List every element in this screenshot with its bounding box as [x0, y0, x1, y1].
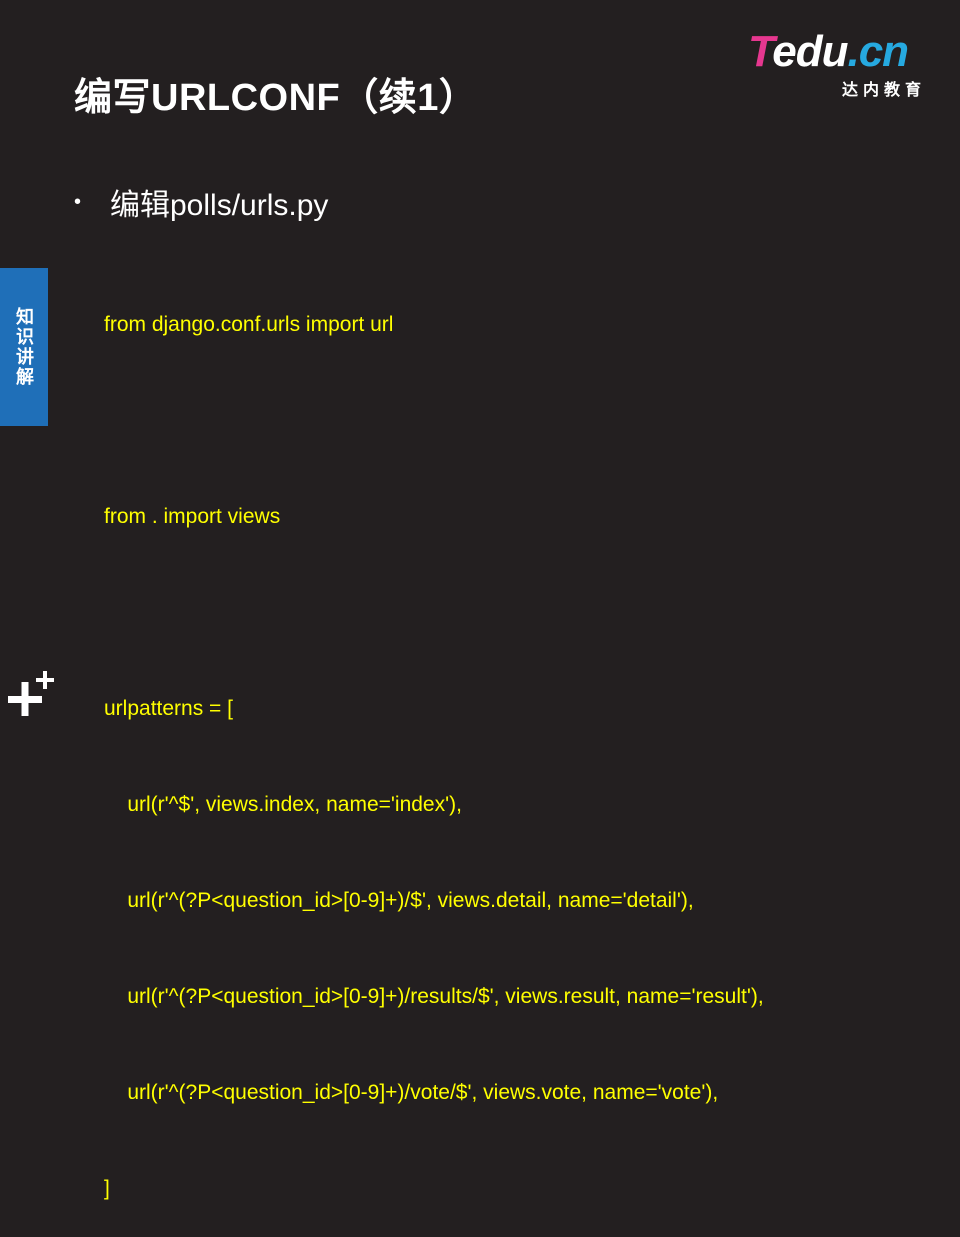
bullet-item: • 编辑polls/urls.py [74, 180, 328, 224]
side-tab-knowledge: 知识讲解 [0, 268, 48, 426]
side-tab-label: 知识讲解 [14, 307, 34, 387]
bullet-dot-icon: • [74, 190, 82, 213]
logo-brand: Tedu.cn [748, 27, 909, 76]
tedu-logo: Tedu.cn 达内教育 [748, 28, 930, 100]
logo-subtitle: 达内教育 [841, 82, 926, 99]
code-line: urlpatterns = [ [104, 697, 233, 720]
code-line: ] [104, 1177, 110, 1200]
logo-brand-t: T [748, 27, 773, 76]
bullet-text: 编辑polls/urls.py [110, 189, 329, 222]
code-line: url(r'^$', views.index, name='index'), [104, 793, 462, 816]
code-block: from django.conf.urls import url from . … [104, 245, 764, 1237]
logo-brand-edu: edu [772, 27, 848, 76]
logo-brand-cn: .cn [847, 27, 909, 76]
code-line: url(r'^(?P<question_id>[0-9]+)/vote/$', … [104, 1081, 719, 1104]
code-line: url(r'^(?P<question_id>[0-9]+)/results/$… [104, 985, 764, 1008]
code-line: url(r'^(?P<question_id>[0-9]+)/$', views… [104, 889, 694, 912]
page-title: 编写URLCONF（续1） [74, 77, 478, 119]
code-line: from django.conf.urls import url [104, 313, 394, 336]
plus-plus-icon [8, 671, 54, 716]
code-line: from . import views [104, 505, 281, 528]
